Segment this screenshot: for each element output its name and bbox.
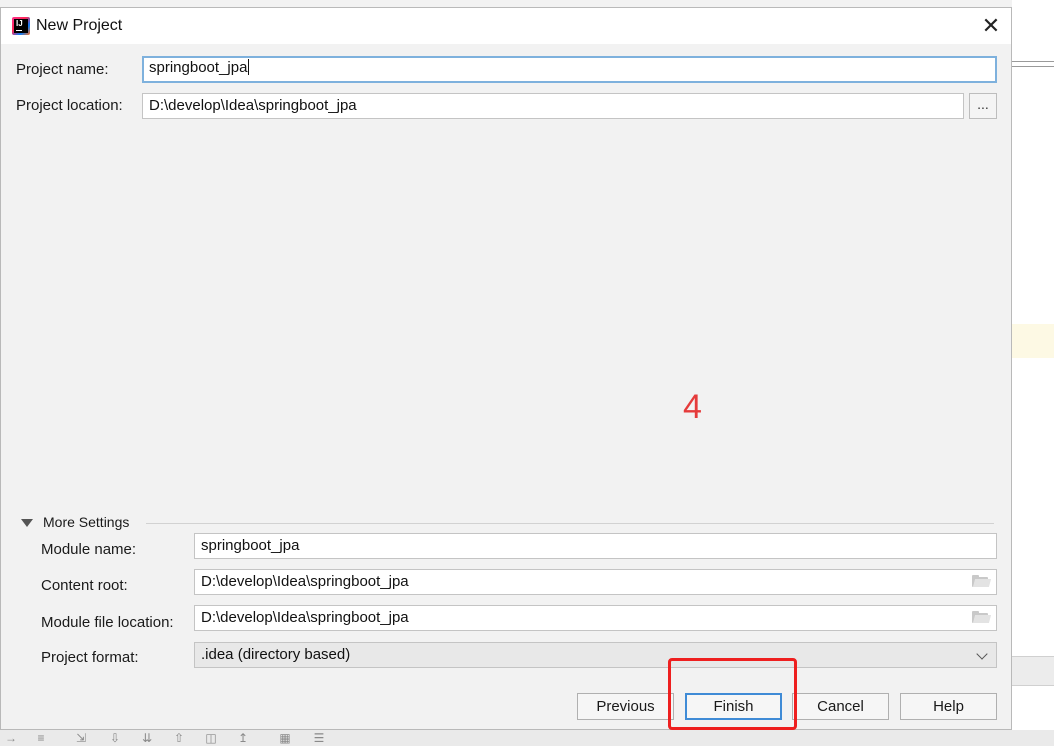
chevron-down-icon bbox=[976, 648, 988, 660]
folder-icon[interactable] bbox=[972, 575, 992, 587]
background-editor-area bbox=[1012, 0, 1054, 746]
background-highlight-line bbox=[1012, 324, 1054, 358]
content-root-label: Content root: bbox=[41, 577, 128, 594]
close-icon[interactable]: ✕ bbox=[976, 14, 1006, 38]
dialog-titlebar[interactable]: IJ New Project ✕ bbox=[1, 8, 1011, 44]
project-location-input[interactable]: D:\develop\Idea\springboot_jpa bbox=[142, 93, 964, 119]
help-button[interactable]: Help bbox=[900, 693, 997, 720]
module-name-label: Module name: bbox=[41, 541, 137, 558]
step-annotation-number: 4 bbox=[683, 388, 702, 426]
dialog-title: New Project bbox=[36, 17, 123, 34]
more-settings-separator bbox=[146, 523, 994, 524]
project-format-label: Project format: bbox=[41, 649, 139, 666]
background-rule bbox=[1012, 66, 1054, 67]
text-caret bbox=[248, 59, 250, 75]
more-settings-label: More Settings bbox=[43, 514, 130, 530]
toolbar-icon: ◫ bbox=[205, 731, 217, 745]
toolbar-upload-icon: ⇧ bbox=[173, 731, 185, 745]
module-name-input[interactable]: springboot_jpa bbox=[194, 533, 997, 559]
background-panel-header bbox=[1012, 656, 1054, 686]
browse-button[interactable]: ... bbox=[969, 93, 997, 119]
content-root-input[interactable]: D:\develop\Idea\springboot_jpa bbox=[194, 569, 997, 595]
finish-button[interactable]: Finish bbox=[685, 693, 782, 720]
toolbar-arrow-icon: → bbox=[5, 731, 17, 745]
toolbar-icon: ↥ bbox=[237, 731, 249, 745]
new-project-dialog: IJ New Project ✕ Project name: springboo… bbox=[0, 7, 1012, 730]
toolbar-download-icon: ⇩ bbox=[109, 731, 121, 745]
previous-button[interactable]: Previous bbox=[577, 693, 674, 720]
project-name-label: Project name: bbox=[16, 61, 109, 78]
toolbar-icon: ☰ bbox=[313, 731, 325, 745]
toolbar-menu-icon: ≡ bbox=[37, 731, 45, 745]
project-location-label: Project location: bbox=[16, 97, 123, 114]
background-toolbar: → ≡ ⇲ ⇩ ⇊ ⇧ ◫ ↥ ▦ ☰ bbox=[0, 730, 1054, 746]
background-rule bbox=[1012, 61, 1054, 62]
project-format-select[interactable]: .idea (directory based) bbox=[194, 642, 997, 668]
toolbar-grid-icon: ▦ bbox=[279, 731, 291, 745]
module-file-location-input[interactable]: D:\develop\Idea\springboot_jpa bbox=[194, 605, 997, 631]
module-file-location-label: Module file location: bbox=[41, 614, 174, 631]
toolbar-icon: ⇲ bbox=[75, 731, 87, 745]
expand-triangle-icon bbox=[21, 519, 33, 527]
intellij-idea-icon: IJ bbox=[12, 17, 30, 35]
folder-icon[interactable] bbox=[972, 611, 992, 623]
cancel-button[interactable]: Cancel bbox=[792, 693, 889, 720]
toolbar-download-icon: ⇊ bbox=[141, 731, 153, 745]
project-name-input[interactable]: springboot_jpa bbox=[142, 56, 997, 83]
